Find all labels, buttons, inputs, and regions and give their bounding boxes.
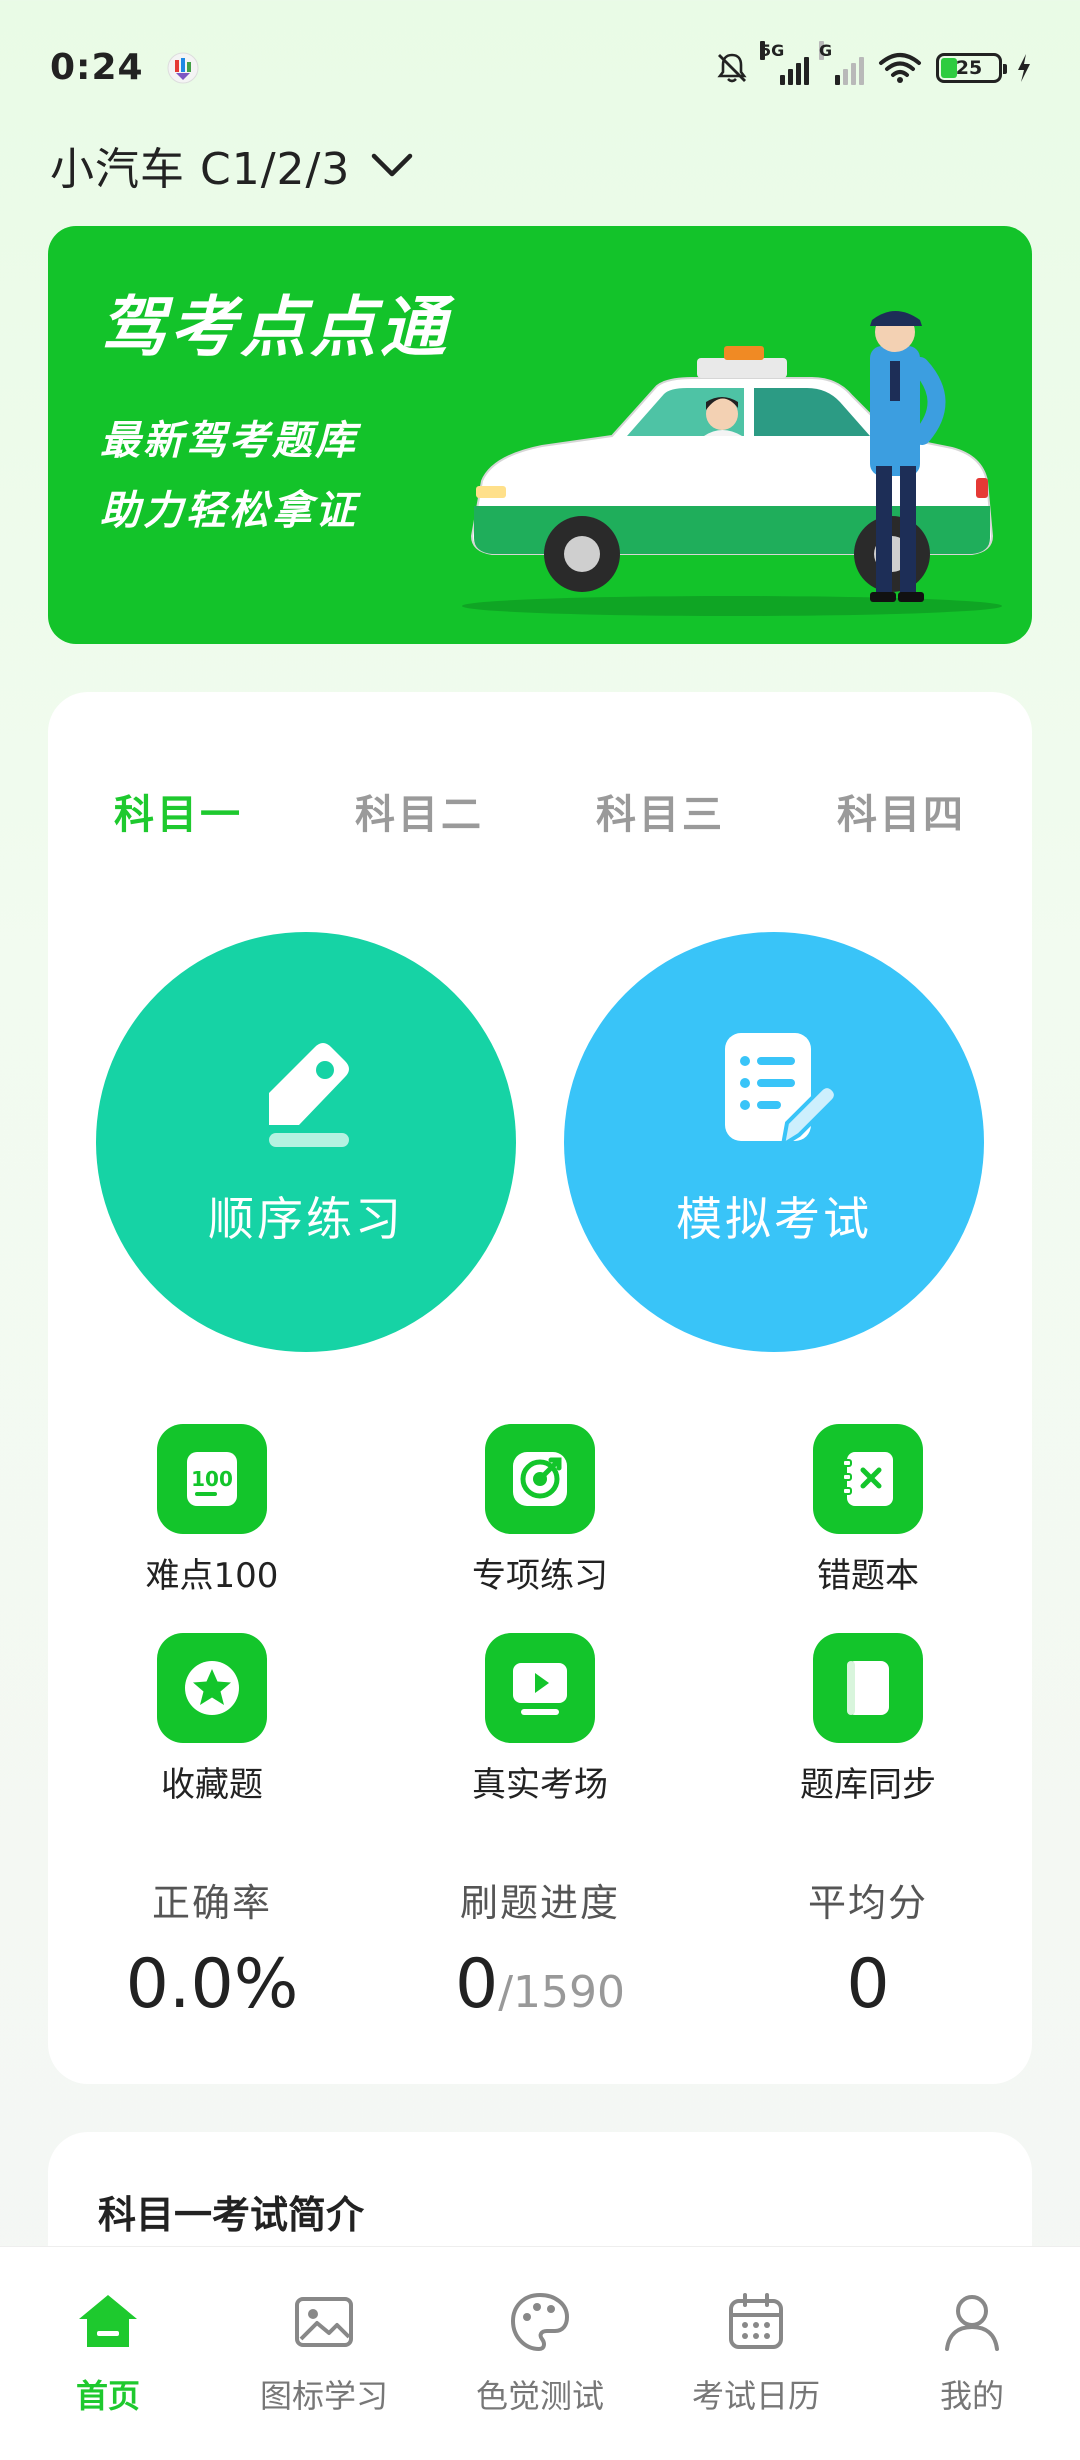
charging-icon (1018, 53, 1030, 82)
user-icon (945, 2295, 999, 2351)
bottom-navigation: 首页 图标学习 色觉测试 考试日历 我的 (0, 2246, 1080, 2460)
tab-subject-4[interactable]: 科目四 (837, 782, 966, 842)
feature-label: 难点100 (145, 1556, 279, 1596)
feature-label: 专项练习 (472, 1556, 608, 1596)
stat-average: 平均分 0 (704, 1872, 1032, 2024)
network-type-1: 5G (760, 40, 785, 60)
stat-progress: 刷题进度 0/1590 (376, 1872, 704, 2024)
nav-label: 图标学习 (259, 2377, 388, 2415)
stat-progress-total: /1590 (498, 1967, 626, 2018)
nav-exam-calendar[interactable]: 考试日历 (648, 2247, 864, 2460)
app-notification-icon (167, 52, 199, 83)
palette-icon (510, 2292, 570, 2352)
calendar-icon (729, 2293, 783, 2349)
sequential-practice-label: 顺序练习 (208, 1192, 404, 1246)
network-type-2: G (819, 40, 833, 60)
nav-home[interactable]: 首页 (0, 2247, 216, 2460)
tab-subject-1[interactable]: 科目一 (114, 782, 243, 842)
feature-label: 错题本 (817, 1556, 919, 1596)
star-icon (185, 1661, 239, 1715)
banner-line-2: 助力轻松拿证 (100, 488, 358, 534)
banner-line-1: 最新驾考题库 (100, 418, 358, 464)
stat-average-label: 平均分 (807, 1881, 928, 1925)
subject-tabs: 科目一 科目二 科目三 科目四 (48, 782, 1032, 842)
status-bar: 0:24 5G G 25 (0, 0, 1080, 135)
stat-accuracy-value: 0.0% (125, 1945, 299, 2024)
mistake-book-icon (842, 1452, 893, 1506)
battery-indicator: 25 (936, 52, 1007, 83)
nav-label: 首页 (75, 2377, 140, 2415)
practice-card: 科目一 科目二 科目三 科目四 顺序练习 模拟考试 100 难点100 专项练习… (48, 692, 1032, 2084)
chevron-down-icon (372, 153, 413, 177)
feature-label: 题库同步 (800, 1765, 936, 1805)
promo-banner[interactable]: 驾考点点通 最新驾考题库 助力轻松拿证 (48, 226, 1032, 644)
nav-label: 我的 (939, 2377, 1004, 2415)
stat-accuracy: 正确率 0.0% (48, 1872, 376, 2024)
driving-car-illustration (462, 311, 1002, 616)
hard-100-icon: 100 (187, 1452, 237, 1506)
feature-favorites[interactable]: 收藏题 (48, 1633, 376, 1806)
stat-progress-label: 刷题进度 (459, 1881, 620, 1925)
banner-title: 驾考点点通 (100, 289, 450, 366)
vehicle-selector[interactable]: 小汽车 C1/2/3 (50, 130, 414, 200)
stat-average-value: 0 (846, 1945, 890, 2024)
feature-hard-100[interactable]: 100 难点100 (48, 1424, 376, 1597)
vehicle-type-title: 小汽车 C1/2/3 (50, 144, 351, 195)
wifi-icon (879, 52, 921, 83)
sequential-practice-button[interactable]: 顺序练习 (96, 932, 516, 1352)
status-left: 0:24 (50, 47, 200, 88)
nav-color-test[interactable]: 色觉测试 (432, 2247, 648, 2460)
battery-level: 25 (955, 56, 983, 79)
stats-row: 正确率 0.0% 刷题进度 0/1590 平均分 0 (48, 1872, 1032, 2024)
nav-label: 色觉测试 (475, 2377, 604, 2415)
status-time: 0:24 (50, 47, 144, 88)
status-right: 5G G 25 (714, 40, 1032, 86)
image-icon (295, 2297, 353, 2347)
feature-label: 真实考场 (472, 1765, 608, 1805)
signal-g-icon: G (819, 40, 864, 85)
svg-text:100: 100 (191, 1467, 233, 1491)
feature-real-exam[interactable]: 真实考场 (376, 1633, 704, 1806)
mock-exam-button[interactable]: 模拟考试 (564, 932, 984, 1352)
target-icon (513, 1452, 567, 1506)
stat-progress-done: 0 (454, 1945, 499, 2024)
feature-label: 收藏题 (161, 1765, 263, 1805)
mock-exam-label: 模拟考试 (676, 1192, 872, 1246)
stat-progress-value: 0/1590 (455, 1945, 625, 2024)
nav-label: 考试日历 (691, 2377, 820, 2415)
exam-paper-icon (725, 1033, 838, 1150)
tab-subject-3[interactable]: 科目三 (596, 782, 725, 842)
signal-5g-icon: 5G (760, 40, 809, 85)
tab-subject-2[interactable]: 科目二 (355, 782, 484, 842)
pencil-icon (269, 1043, 349, 1147)
video-play-icon (513, 1663, 567, 1715)
nav-profile[interactable]: 我的 (864, 2247, 1080, 2460)
mute-bell-icon (717, 53, 747, 82)
stat-accuracy-label: 正确率 (151, 1881, 272, 1925)
feature-special-practice[interactable]: 专项练习 (376, 1424, 704, 1597)
nav-icon-learning[interactable]: 图标学习 (216, 2247, 432, 2460)
feature-mistake-book[interactable]: 错题本 (704, 1424, 1032, 1597)
exam-intro-title: 科目一考试简介 (98, 2193, 365, 2237)
home-icon (79, 2295, 137, 2347)
feature-question-sync[interactable]: 题库同步 (704, 1633, 1032, 1806)
sync-icon (847, 1661, 889, 1715)
feature-grid: 100 难点100 专项练习 错题本 收藏题 真实考场 题库同步 (48, 1424, 1032, 1806)
